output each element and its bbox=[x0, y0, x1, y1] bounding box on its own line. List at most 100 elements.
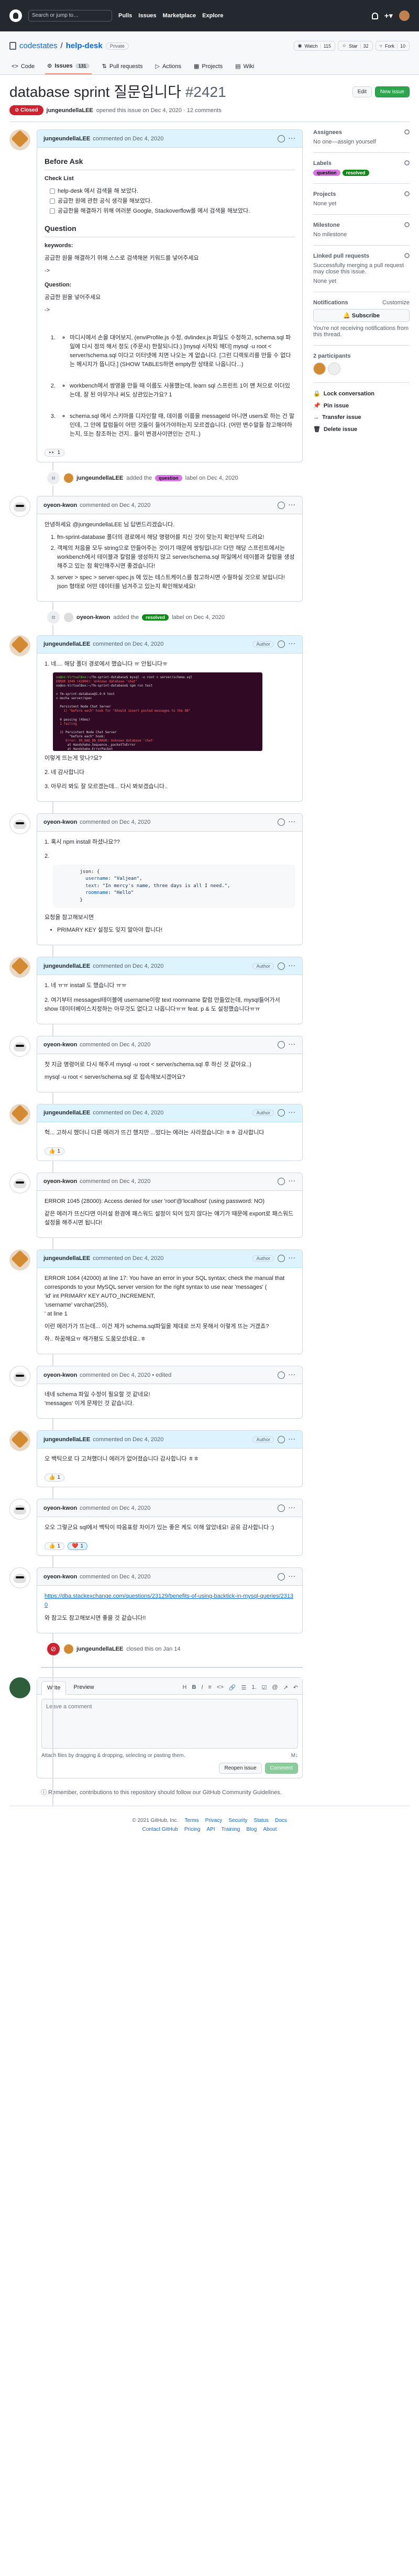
smiley-icon[interactable] bbox=[278, 962, 285, 970]
comment-timestamp[interactable]: commented on Dec 4, 2020 bbox=[80, 1574, 150, 1580]
kebab-menu-icon[interactable]: ··· bbox=[289, 1110, 296, 1116]
fork-button[interactable]: ⑂ Fork 10 bbox=[375, 41, 410, 51]
tab-write[interactable]: Write bbox=[41, 1681, 67, 1695]
reaction-thumbs-up[interactable]: 👍 1 bbox=[45, 1542, 65, 1551]
tab-pull-requests[interactable]: ⇅ Pull requests bbox=[100, 58, 145, 74]
star-button[interactable]: ☆ Star 32 bbox=[337, 41, 373, 51]
comment-author[interactable]: oyeon-kwon bbox=[43, 1042, 77, 1048]
smiley-icon[interactable] bbox=[278, 1435, 285, 1443]
comment-timestamp[interactable]: commented on Dec 4, 2020 bbox=[80, 1042, 150, 1048]
heading-icon[interactable]: H bbox=[183, 1684, 187, 1690]
footer-link-pricing[interactable]: Pricing bbox=[184, 1827, 201, 1832]
gear-icon[interactable] bbox=[404, 222, 410, 227]
event-author[interactable]: jungeundellaLEE bbox=[76, 475, 123, 481]
github-logo-icon[interactable] bbox=[9, 9, 22, 22]
italic-icon[interactable]: I bbox=[201, 1684, 203, 1690]
avatar[interactable] bbox=[9, 1366, 30, 1387]
smiley-icon[interactable] bbox=[278, 1178, 285, 1186]
lock-conversation-action[interactable]: 🔒 Lock conversation bbox=[313, 390, 410, 397]
bullet-list-icon[interactable]: ☰ bbox=[241, 1684, 246, 1691]
footer-link-contact[interactable]: Contact GitHub bbox=[142, 1827, 178, 1832]
nav-pulls[interactable]: Pulls bbox=[118, 13, 132, 19]
kebab-menu-icon[interactable]: ··· bbox=[289, 1505, 296, 1511]
bold-icon[interactable]: B bbox=[192, 1684, 196, 1690]
smiley-icon[interactable] bbox=[278, 640, 285, 648]
link-icon[interactable]: 🔗 bbox=[229, 1684, 236, 1691]
avatar[interactable] bbox=[9, 1035, 30, 1057]
gear-icon[interactable] bbox=[404, 129, 410, 135]
reaction-eyes[interactable]: 👀 1 bbox=[45, 449, 65, 457]
footer-link-about[interactable]: About bbox=[263, 1827, 277, 1832]
footer-link-security[interactable]: Security bbox=[228, 1818, 247, 1823]
markdown-icon[interactable]: M↓ bbox=[291, 1753, 298, 1759]
nav-marketplace[interactable]: Marketplace bbox=[163, 13, 196, 19]
kebab-menu-icon[interactable]: ··· bbox=[289, 1372, 296, 1378]
stackexchange-link[interactable]: https://dba.stackexchange.com/questions/… bbox=[45, 1593, 293, 1608]
avatar[interactable] bbox=[9, 813, 30, 834]
kebab-menu-icon[interactable]: ··· bbox=[289, 1574, 296, 1580]
checkbox-icon[interactable] bbox=[50, 198, 55, 204]
edit-button[interactable]: Edit bbox=[352, 86, 372, 97]
comment-author[interactable]: oyeon-kwon bbox=[43, 1178, 77, 1185]
checkbox-icon[interactable] bbox=[50, 189, 55, 194]
label-question[interactable]: question bbox=[155, 475, 182, 482]
smiley-icon[interactable] bbox=[278, 1504, 285, 1512]
comment-author[interactable]: jungeundellaLEE bbox=[43, 1436, 90, 1443]
comment-author[interactable]: jungeundellaLEE bbox=[43, 1110, 90, 1116]
avatar[interactable] bbox=[64, 1644, 73, 1654]
tab-projects[interactable]: ▦ Projects bbox=[192, 58, 225, 74]
reopen-issue-button[interactable]: Reopen issue bbox=[219, 1762, 262, 1774]
label-resolved[interactable]: resolved bbox=[342, 170, 369, 176]
kebab-menu-icon[interactable]: ··· bbox=[289, 502, 296, 508]
checkbox-icon[interactable] bbox=[50, 208, 55, 214]
avatar[interactable] bbox=[9, 957, 30, 978]
comment-author[interactable]: oyeon-kwon bbox=[43, 819, 77, 825]
gear-icon[interactable] bbox=[404, 160, 410, 165]
avatar[interactable] bbox=[9, 635, 30, 656]
label-question[interactable]: question bbox=[313, 170, 340, 176]
avatar[interactable] bbox=[9, 496, 30, 517]
plus-icon[interactable]: +▾ bbox=[384, 11, 393, 20]
kebab-menu-icon[interactable]: ··· bbox=[289, 136, 296, 142]
comment-timestamp[interactable]: commented on Dec 4, 2020 bbox=[93, 136, 163, 142]
comment-author[interactable]: jungeundellaLEE bbox=[43, 1255, 90, 1262]
search-input[interactable]: Search or jump to… bbox=[28, 10, 112, 21]
reply-icon[interactable]: ↶ bbox=[293, 1684, 298, 1691]
label-resolved[interactable]: resolved bbox=[142, 614, 169, 621]
footer-link-training[interactable]: Training bbox=[222, 1827, 240, 1832]
smiley-icon[interactable] bbox=[278, 819, 285, 826]
avatar[interactable] bbox=[9, 1567, 30, 1589]
avatar[interactable] bbox=[9, 1172, 30, 1193]
sidebar-projects[interactable]: Projects None yet bbox=[313, 191, 410, 215]
reaction-heart[interactable]: ❤️ 1 bbox=[68, 1542, 88, 1551]
tab-actions[interactable]: ▷ Actions bbox=[153, 58, 183, 74]
sidebar-linked-prs[interactable]: Linked pull requests Successfully mergin… bbox=[313, 253, 410, 292]
tab-preview[interactable]: Preview bbox=[68, 1681, 99, 1694]
pin-issue-action[interactable]: 📌 Pin issue bbox=[313, 402, 410, 410]
kebab-menu-icon[interactable]: ··· bbox=[289, 1178, 296, 1185]
participant-avatar[interactable] bbox=[328, 362, 340, 375]
avatar[interactable] bbox=[9, 1677, 30, 1698]
sidebar-milestone[interactable]: Milestone No milestone bbox=[313, 222, 410, 246]
kebab-menu-icon[interactable]: ··· bbox=[289, 1436, 296, 1443]
comment-timestamp[interactable]: commented on Dec 4, 2020 bbox=[93, 1436, 163, 1443]
sidebar-labels[interactable]: Labels question resolved bbox=[313, 160, 410, 184]
avatar[interactable] bbox=[9, 129, 30, 150]
repo-name-link[interactable]: help-desk bbox=[66, 41, 103, 50]
smiley-icon[interactable] bbox=[278, 1573, 285, 1580]
comment-timestamp[interactable]: commented on Dec 4, 2020 bbox=[93, 963, 163, 969]
smiley-icon[interactable] bbox=[278, 135, 285, 142]
numbered-list-icon[interactable]: 1. bbox=[251, 1684, 256, 1690]
comment-author[interactable]: jungeundellaLEE bbox=[43, 963, 90, 969]
avatar[interactable] bbox=[64, 612, 73, 622]
task-list-icon[interactable]: ☑ bbox=[262, 1684, 267, 1691]
transfer-issue-action[interactable]: → Transfer issue bbox=[313, 414, 410, 421]
footer-link-status[interactable]: Status bbox=[253, 1818, 268, 1823]
customize-link[interactable]: Customize bbox=[382, 300, 410, 306]
smiley-icon[interactable] bbox=[278, 501, 285, 509]
bell-icon[interactable] bbox=[371, 12, 378, 19]
comment-timestamp[interactable]: commented on Dec 4, 2020 bbox=[93, 641, 163, 647]
footer-link-privacy[interactable]: Privacy bbox=[205, 1818, 223, 1823]
avatar[interactable] bbox=[9, 1103, 30, 1125]
user-avatar[interactable] bbox=[399, 10, 410, 21]
